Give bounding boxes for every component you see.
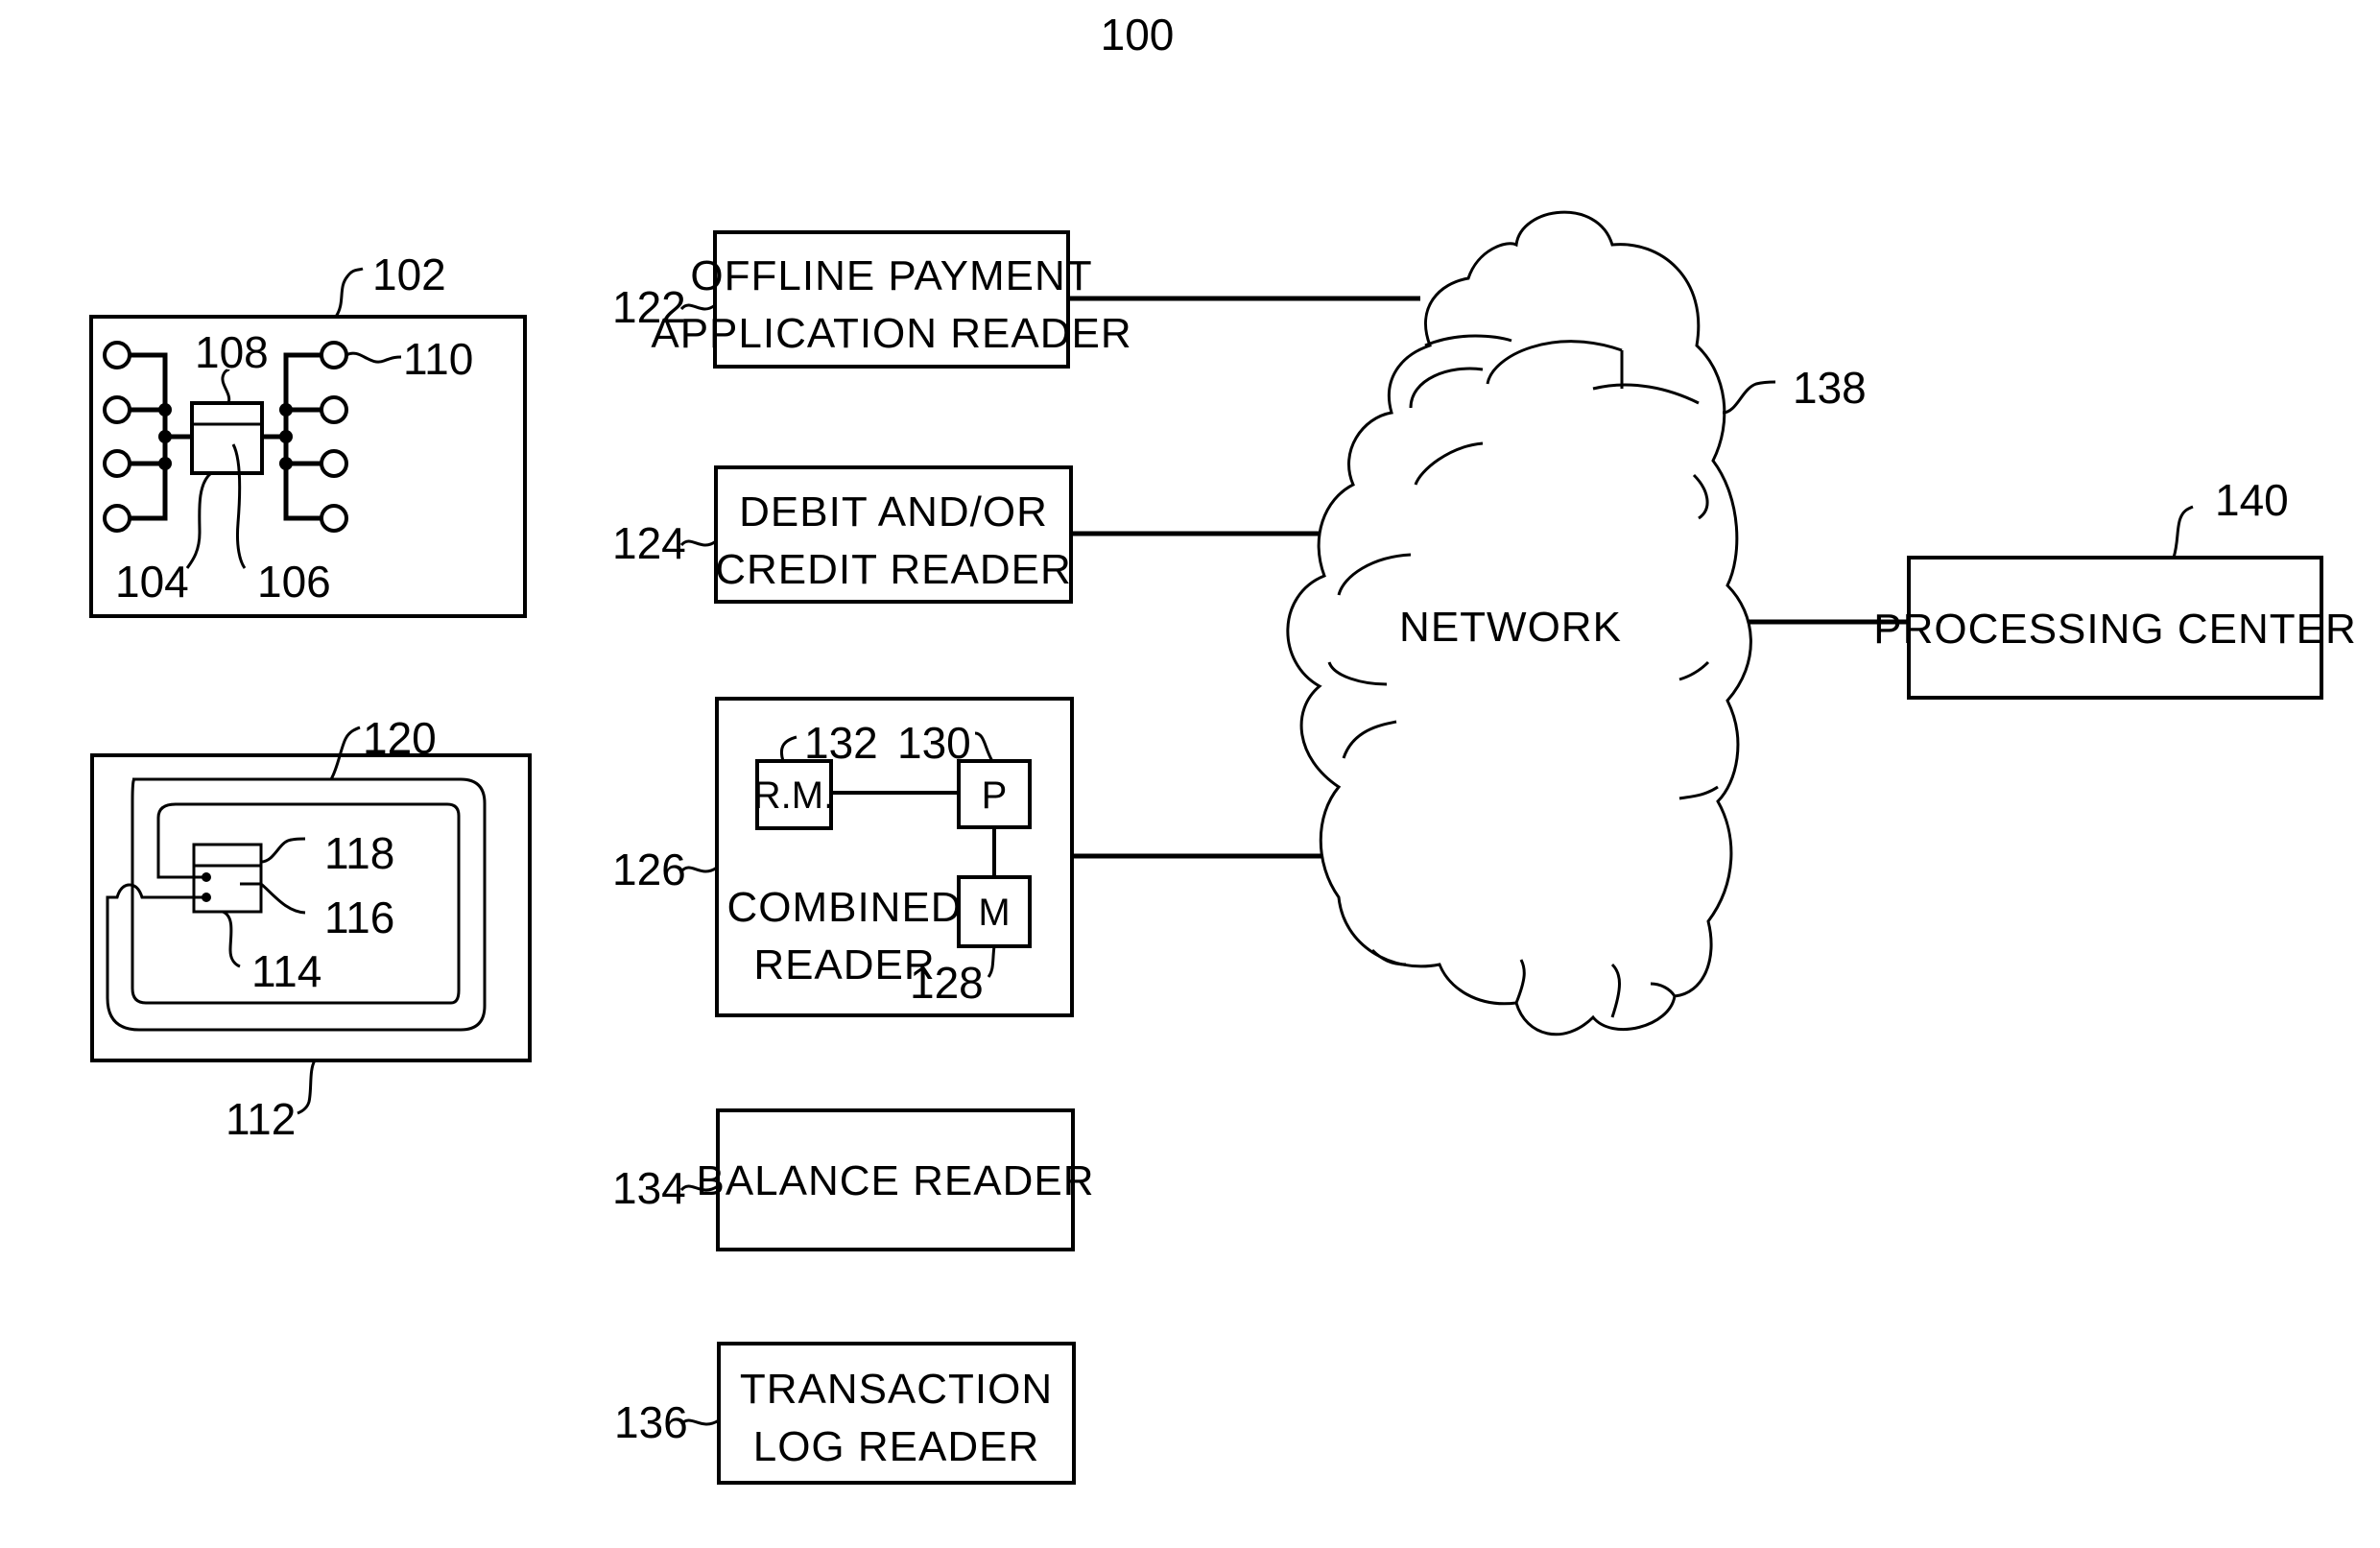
antenna-ref: 120 <box>363 713 437 763</box>
payment-system-diagram: 100 102 110 108 104 106 120 118 116 114 … <box>89 10 2357 1485</box>
contactless-chip-ref-3: 118 <box>324 828 394 878</box>
reader-122-line2: APPLICATION READER <box>651 310 1131 357</box>
contact-card-ref: 102 <box>372 250 446 299</box>
processing-center-ref: 140 <box>2215 475 2289 525</box>
reader-126-ref: 126 <box>612 845 686 894</box>
reader-122-line1: OFFLINE PAYMENT <box>690 252 1092 299</box>
module-m-label: M <box>978 892 1010 934</box>
chip-ref-1: 104 <box>115 557 189 607</box>
reader-134-ref: 134 <box>612 1163 686 1213</box>
reader-transaction-log: TRANSACTION LOG READER 136 <box>614 1342 1076 1485</box>
contactless-card-body <box>90 753 532 1062</box>
reader-combined: COMBINED READER 126 R.M. P M 132 130 128 <box>612 697 1074 1017</box>
contactless-chip-ref-1: 114 <box>251 946 321 996</box>
reader-124-ref: 124 <box>612 518 686 568</box>
contact-ref: 110 <box>403 334 473 384</box>
contactless-card: 120 118 116 114 112 <box>90 713 532 1144</box>
reader-debit-credit: DEBIT AND/OR CREDIT READER 124 <box>612 465 1073 604</box>
network-ref: 138 <box>1793 363 1867 413</box>
contactless-card-ref: 112 <box>226 1094 296 1144</box>
reader-136-line2: LOG READER <box>753 1423 1040 1470</box>
reader-126-line1: COMBINED <box>726 884 962 931</box>
chip-ref-3: 108 <box>195 327 269 377</box>
contact-card: 102 110 108 104 106 <box>89 250 527 618</box>
processing-center-label: PROCESSING CENTER <box>1873 606 2357 653</box>
module-p-ref: 130 <box>897 718 971 768</box>
network-leader <box>1722 380 1776 415</box>
reader-134-line1: BALANCE READER <box>696 1157 1094 1204</box>
reader-136-line1: TRANSACTION <box>740 1366 1053 1413</box>
contact-card-leader <box>334 267 364 318</box>
reader-124-line1: DEBIT AND/OR <box>739 488 1048 536</box>
reader-126-line2: READER <box>753 941 935 988</box>
module-rm-ref: 132 <box>804 718 878 768</box>
figure-number: 100 <box>1101 10 1175 60</box>
processing-center: PROCESSING CENTER 140 <box>1873 475 2357 700</box>
module-p-label: P <box>982 774 1008 817</box>
reader-balance: BALANCE READER 134 <box>612 1108 1094 1251</box>
reader-124-line2: CREDIT READER <box>715 546 1072 593</box>
contactless-chip-ref-2: 116 <box>324 893 394 942</box>
reader-122-ref: 122 <box>612 282 686 332</box>
module-m-ref: 128 <box>910 958 984 1008</box>
reader-offline-payment: OFFLINE PAYMENT APPLICATION READER 122 <box>612 230 1131 369</box>
chip-ref-2: 106 <box>257 557 331 607</box>
reader-136-ref: 136 <box>614 1397 688 1447</box>
processing-center-leader <box>2172 505 2194 559</box>
contactless-card-leader <box>297 1060 317 1115</box>
module-rm-label: R.M. <box>753 774 834 817</box>
network-label: NETWORK <box>1399 604 1622 651</box>
